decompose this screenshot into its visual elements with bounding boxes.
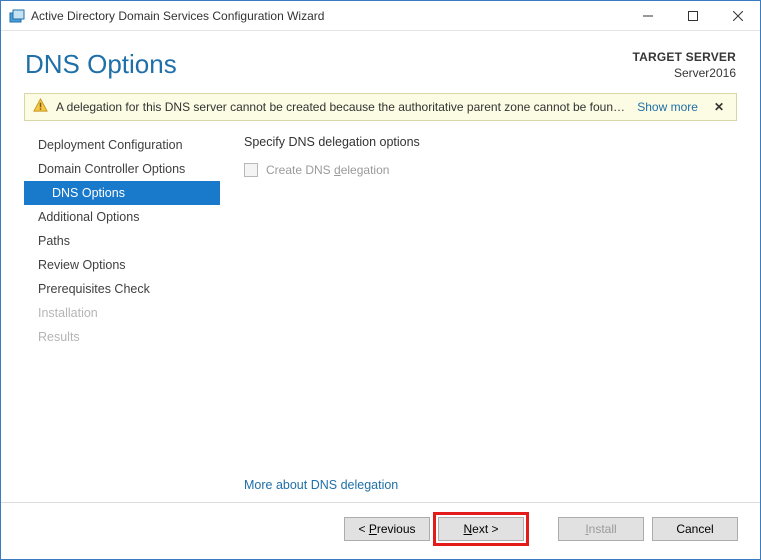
create-dns-delegation-checkbox — [244, 163, 258, 177]
step-results: Results — [24, 325, 220, 349]
target-server-block: TARGET SERVER Server2016 — [632, 49, 736, 81]
previous-button[interactable]: < Previous — [344, 517, 430, 541]
more-about-link[interactable]: More about DNS delegation — [244, 478, 398, 492]
close-button[interactable] — [715, 1, 760, 31]
next-button[interactable]: Next > — [438, 517, 524, 541]
content-area: Deployment Configuration Domain Controll… — [1, 129, 760, 502]
warning-icon — [33, 98, 48, 116]
main-panel: Specify DNS delegation options Create DN… — [220, 129, 737, 502]
window-title: Active Directory Domain Services Configu… — [31, 9, 625, 23]
maximize-button[interactable] — [670, 1, 715, 31]
step-installation: Installation — [24, 301, 220, 325]
minimize-button[interactable] — [625, 1, 670, 31]
step-review-options[interactable]: Review Options — [24, 253, 220, 277]
step-dns-options[interactable]: DNS Options — [24, 181, 220, 205]
create-dns-delegation-label: Create DNS delegation — [266, 163, 389, 177]
target-server-value: Server2016 — [632, 65, 736, 81]
step-deployment-configuration[interactable]: Deployment Configuration — [24, 133, 220, 157]
step-prerequisites-check[interactable]: Prerequisites Check — [24, 277, 220, 301]
warning-close-icon[interactable]: ✕ — [710, 100, 728, 114]
options-heading: Specify DNS delegation options — [244, 135, 737, 149]
step-domain-controller-options[interactable]: Domain Controller Options — [24, 157, 220, 181]
page-title: DNS Options — [25, 49, 177, 80]
wizard-steps-sidebar: Deployment Configuration Domain Controll… — [24, 129, 220, 502]
install-button: Install — [558, 517, 644, 541]
warning-show-more[interactable]: Show more — [633, 100, 702, 114]
footer-buttons: < Previous Next > Install Cancel — [1, 502, 760, 559]
step-additional-options[interactable]: Additional Options — [24, 205, 220, 229]
target-server-label: TARGET SERVER — [632, 49, 736, 65]
warning-message: A delegation for this DNS server cannot … — [56, 100, 625, 114]
create-dns-delegation-row: Create DNS delegation — [244, 163, 737, 177]
app-icon — [9, 8, 25, 24]
warning-bar: A delegation for this DNS server cannot … — [24, 93, 737, 121]
step-paths[interactable]: Paths — [24, 229, 220, 253]
button-spacer — [532, 517, 550, 541]
header: DNS Options TARGET SERVER Server2016 — [1, 31, 760, 91]
titlebar: Active Directory Domain Services Configu… — [1, 1, 760, 31]
cancel-button[interactable]: Cancel — [652, 517, 738, 541]
